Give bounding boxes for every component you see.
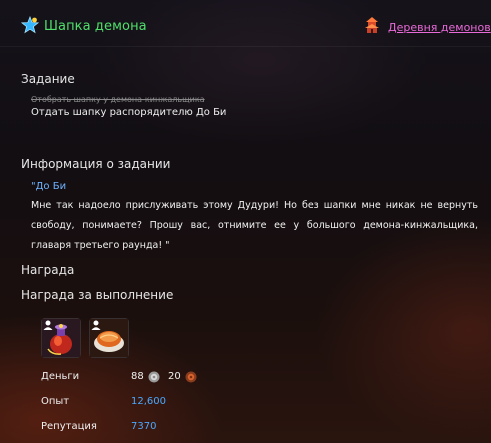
reputation-label: Репутация — [41, 421, 97, 432]
current-step: Отдать шапку распорядителю До Би — [31, 107, 227, 118]
silver-amount: 88 — [131, 371, 144, 382]
task-heading: Задание — [21, 72, 75, 86]
completed-step: Отобрать шапку у демона-кинжальщика — [31, 95, 205, 104]
quest-description: Мне так надоело прислуживать этому Дудур… — [31, 200, 478, 251]
character-badge-icon — [43, 320, 53, 330]
quest-header: Шапка демона Деревня демонов — [0, 0, 491, 47]
location-link[interactable]: Деревня демонов — [388, 21, 491, 34]
exp-label: Опыт — [41, 396, 70, 407]
copper-amount: 20 — [168, 371, 181, 382]
reward-item-dumpling[interactable] — [89, 318, 129, 358]
speaker-name: "До Би — [31, 181, 67, 192]
quest-panel: Шапка демона Деревня демонов Задание Ото… — [0, 0, 491, 443]
character-badge-icon — [91, 320, 101, 330]
reward-heading: Награда — [21, 263, 75, 277]
money-label: Деньги — [41, 371, 80, 382]
reputation-value: 7370 — [131, 421, 157, 432]
info-heading: Информация о задании — [21, 157, 171, 171]
quest-title: Шапка демона — [44, 19, 147, 34]
pagoda-icon — [365, 17, 379, 33]
copper-coin-icon — [185, 371, 197, 383]
reward-item-potion[interactable] — [41, 318, 81, 358]
silver-coin-icon — [148, 371, 160, 383]
exp-value: 12,600 — [131, 396, 166, 407]
reward-subheading: Награда за выполнение — [21, 288, 174, 302]
star-quest-icon — [21, 16, 39, 34]
